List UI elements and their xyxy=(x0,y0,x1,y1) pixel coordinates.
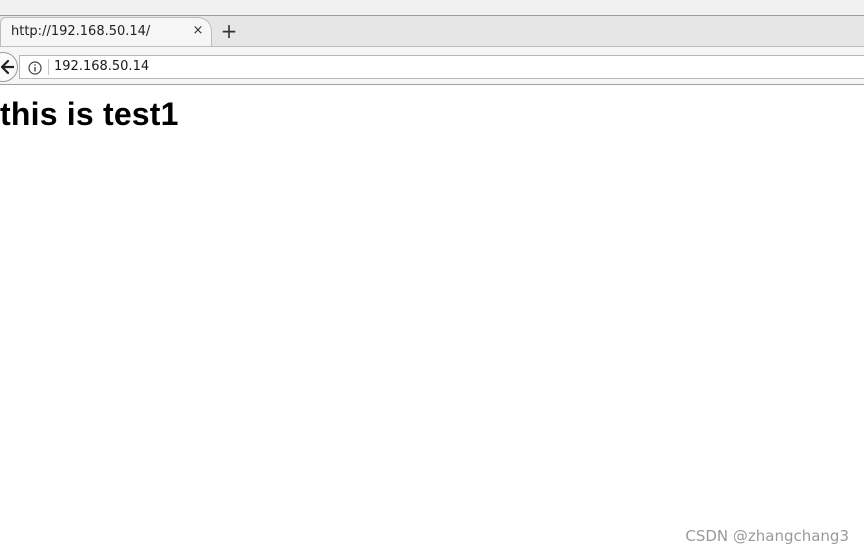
page-heading: this is test1 xyxy=(0,96,179,132)
watermark: CSDN @zhangchang3 xyxy=(685,527,849,545)
tab-title: http://192.168.50.14/ xyxy=(11,24,151,39)
new-tab-button[interactable]: + xyxy=(220,19,238,43)
back-arrow-icon xyxy=(0,59,14,75)
url-text[interactable]: 192.168.50.14 xyxy=(54,59,149,74)
close-icon[interactable]: × xyxy=(190,22,206,40)
url-separator xyxy=(48,59,49,75)
url-bar[interactable]: 192.168.50.14 xyxy=(19,55,864,79)
navigation-toolbar: 192.168.50.14 xyxy=(0,47,864,85)
back-button[interactable] xyxy=(0,52,18,82)
info-icon[interactable] xyxy=(28,60,42,75)
tab-bar: http://192.168.50.14/ × + xyxy=(0,16,864,47)
page-content: this is test1 CSDN @zhangchang3 xyxy=(0,86,864,553)
tab-active[interactable]: http://192.168.50.14/ × xyxy=(0,17,212,46)
window-top-strip xyxy=(0,0,864,16)
